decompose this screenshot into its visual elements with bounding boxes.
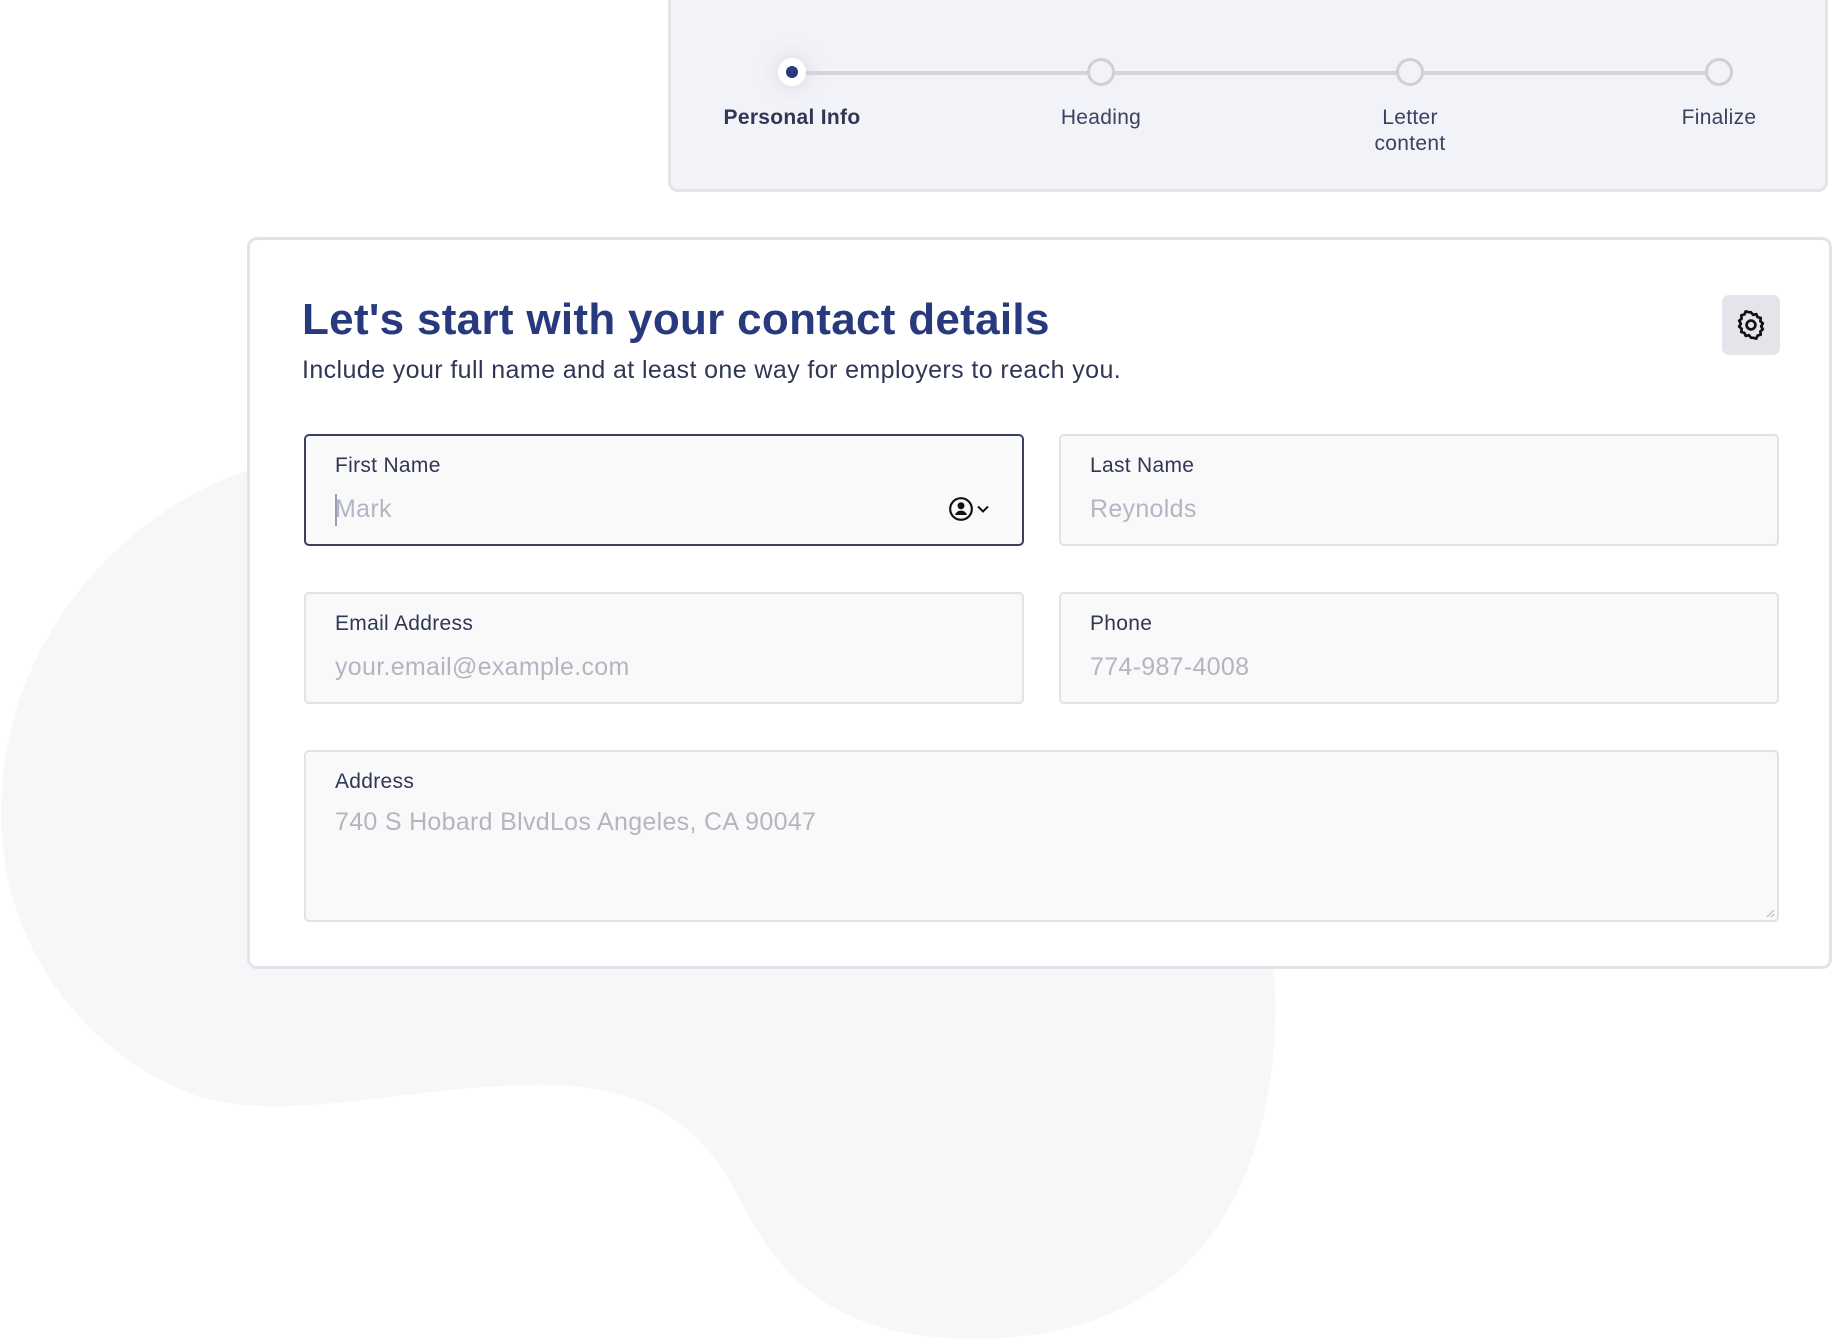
address-field[interactable]: Address <box>304 750 1779 922</box>
contact-autofill-icon <box>949 497 973 521</box>
step-label: Heading <box>1060 106 1142 129</box>
step-indicator-icon <box>1087 58 1115 86</box>
first-name-field[interactable]: First Name <box>304 434 1024 546</box>
last-name-field[interactable]: Last Name <box>1059 434 1779 546</box>
stepper-track <box>792 71 1718 75</box>
page-subtitle: Include your full name and at least one … <box>302 356 1122 384</box>
step-label: Letter content <box>1374 106 1446 155</box>
last-name-label: Last Name <box>1090 454 1195 477</box>
address-label: Address <box>335 770 415 793</box>
contact-details-card: Let's start with your contact details In… <box>247 237 1832 969</box>
email-label: Email Address <box>335 612 474 635</box>
step-label: Personal Info <box>723 106 861 129</box>
step-indicator-icon <box>1396 58 1424 86</box>
last-name-input[interactable] <box>1090 492 1676 526</box>
progress-stepper: Personal Info Heading Letter content Fin… <box>668 0 1828 192</box>
step-indicator-icon <box>1705 58 1733 86</box>
phone-field[interactable]: Phone <box>1059 592 1779 704</box>
phone-input[interactable] <box>1090 650 1676 684</box>
address-textarea[interactable] <box>335 808 1746 908</box>
page-title: Let's start with your contact details <box>302 295 1050 344</box>
step-label: Finalize <box>1681 106 1757 129</box>
contact-autofill-button[interactable] <box>948 495 992 523</box>
step-indicator-active-icon <box>778 58 806 86</box>
first-name-input[interactable] <box>335 492 921 526</box>
first-name-label: First Name <box>335 454 441 477</box>
settings-button[interactable] <box>1722 295 1780 355</box>
chevron-down-icon <box>977 505 989 513</box>
resize-handle-icon[interactable] <box>1765 908 1775 918</box>
email-input[interactable] <box>335 650 921 684</box>
gear-icon <box>1737 310 1765 340</box>
email-field[interactable]: Email Address <box>304 592 1024 704</box>
phone-label: Phone <box>1090 612 1153 635</box>
